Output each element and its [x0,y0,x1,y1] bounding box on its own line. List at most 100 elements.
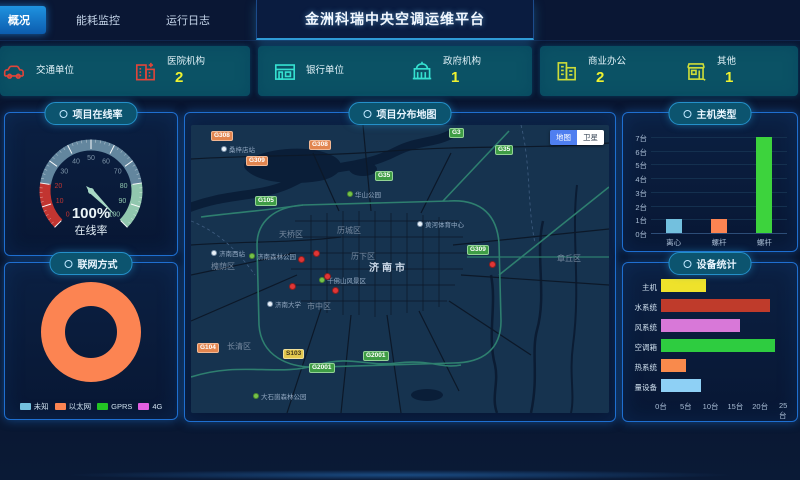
bar-螺杆 [756,137,772,233]
poi-dot [211,250,217,256]
bar-风系统 [661,319,740,332]
panel-host-type: 主机类型 0台1台2台3台4台5台6台7台离心螺杆螺杆 [622,112,798,252]
svg-text:50: 50 [87,155,95,162]
bottom-glow-decoration [70,470,730,480]
poi-dot [417,221,423,227]
category-label: 空调箱 [625,342,657,353]
x-axis-label: 离心 [666,237,681,248]
stat-other[interactable]: 其他 1 [669,57,798,86]
poi-dot [347,191,353,197]
poi-label: 桑梓店站 [229,144,255,154]
map-poi-marker: 济南西站 [211,248,245,258]
map-type-toggle: 地图 卫星 [550,130,604,145]
svg-text:80: 80 [120,183,128,190]
bar-量设备 [661,379,701,392]
stat-label: 医院机构 [167,57,205,67]
y-axis-tick: 5台 [625,160,647,171]
host-type-bar-chart: 0台1台2台3台4台5台6台7台离心螺杆螺杆 [623,113,797,251]
category-label: 风系统 [625,322,657,333]
panel-network-type: 联网方式 未知以太网GPRS4G [4,262,178,420]
legend-item-GPRS[interactable]: GPRS [97,401,132,412]
stat-card-1: 交通单位 医院机构 2 [0,46,250,96]
x-axis-tick: 20台 [752,401,768,412]
x-axis-tick: 15台 [727,401,743,412]
poi-label: 济南森林公园 [257,251,296,261]
svg-text:30: 30 [60,169,68,176]
panel-title: 主机类型 [697,106,737,121]
poi-dot [253,393,259,399]
project-marker[interactable] [489,261,496,268]
car-icon [2,58,28,84]
map-poi-marker: 华山公园 [347,189,381,199]
poi-dot [267,301,273,307]
project-marker[interactable] [298,256,305,263]
satellite-mode-button[interactable]: 卫星 [577,130,604,145]
dashboard: 概况能耗监控运行日志项目列表视频监控 金洲科瑞中央空调运维平台 交通单位 医院机… [0,0,800,480]
svg-text:60: 60 [102,159,110,166]
road-label-chip: G35 [375,171,393,181]
project-marker[interactable] [332,287,339,294]
bank-icon [272,58,298,84]
legend-swatch [138,403,149,410]
district-label: 章丘区 [557,253,581,264]
city-label: 济南市 [369,259,408,274]
road-label-chip: S103 [283,349,304,359]
svg-text:20: 20 [55,183,63,190]
y-axis-tick: 6台 [625,147,647,158]
network-donut-chart [38,279,144,390]
road-label-chip: G309 [467,245,489,255]
svg-text:100%: 100% [72,205,110,222]
x-axis-tick: 5台 [680,401,692,412]
legend-item-未知[interactable]: 未知 [20,401,49,412]
globe-icon [65,260,73,268]
y-axis-tick: 3台 [625,188,647,199]
road-label-chip: G308 [211,131,233,141]
stat-label: 政府机构 [443,57,481,67]
store-icon [683,58,709,84]
panel-title: 设备统计 [697,256,737,271]
panel-host-header: 主机类型 [669,102,752,125]
stat-government[interactable]: 政府机构 1 [395,57,532,86]
panel-network-header: 联网方式 [50,252,133,275]
project-distribution-map[interactable]: 天桥区历城区历下区槐荫区市中区长清区章丘区济南市G308G308G309G104… [191,125,609,413]
bar-离心 [666,219,682,233]
bar-水系统 [661,299,770,312]
panel-project-map: 项目分布地图 [184,112,616,422]
donut-slice-ethernet [53,294,129,370]
bar-热系统 [661,359,686,372]
y-axis-tick: 0台 [625,229,647,240]
svg-text:90: 90 [118,198,126,205]
legend-label: 未知 [34,401,49,412]
top-nav-bar: 概况能耗监控运行日志项目列表视频监控 金洲科瑞中央空调运维平台 [0,0,800,41]
stat-hospital[interactable]: 医院机构 2 [119,57,250,86]
map-pin-icon [364,110,372,118]
y-axis-tick: 2台 [625,202,647,213]
bar-空调箱 [661,339,775,352]
poi-dot [221,146,227,152]
panel-map-header: 项目分布地图 [349,102,452,125]
network-legend: 未知以太网 GPRS 4G [5,401,177,412]
stat-traffic[interactable]: 交通单位 [0,58,119,84]
x-axis-label: 螺杆 [712,237,727,248]
nav-tab-3[interactable]: 运行日志 [150,6,226,34]
project-marker[interactable] [289,283,296,290]
map-mode-button[interactable]: 地图 [550,130,577,145]
panel-device-header: 设备统计 [669,252,752,275]
category-label: 主机 [625,282,657,293]
legend-item-以太网[interactable]: 以太网 [55,401,92,412]
road-label-chip: G35 [495,145,513,155]
district-label: 天桥区 [279,229,303,240]
poi-dot [249,253,255,259]
stat-office[interactable]: 商业办公 2 [540,57,669,86]
road-label-chip: G105 [255,196,277,206]
project-marker[interactable] [313,250,320,257]
poi-label: 黄河体育中心 [425,219,464,229]
nav-tab-1[interactable]: 概况 [0,6,46,34]
project-marker[interactable] [324,273,331,280]
hospital-icon [133,58,159,84]
legend-item-4G[interactable]: 4G [138,401,162,412]
nav-tab-2[interactable]: 能耗监控 [60,6,136,34]
svg-text:70: 70 [114,169,122,176]
panel-online-rate-header: 项目在线率 [45,102,138,125]
stat-bank[interactable]: 银行单位 [258,58,395,84]
